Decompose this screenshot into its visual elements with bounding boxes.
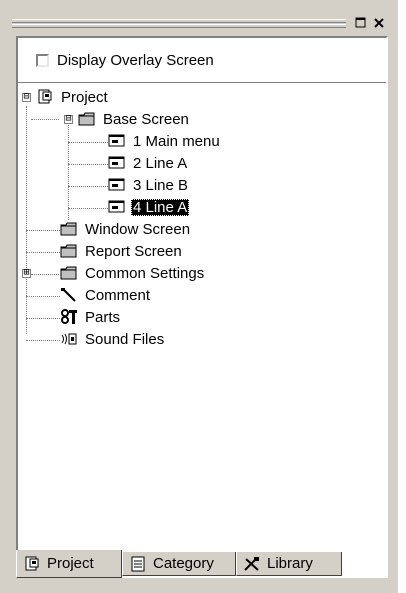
- tree-line: [26, 340, 60, 341]
- tree-node-label: Base Screen: [103, 110, 189, 128]
- tree-node-label: 3 Line B: [133, 176, 189, 194]
- panel-content: Display Overlay Screen ⊟ Project ⊟ Base …: [16, 36, 388, 578]
- screen-icon: [108, 199, 126, 215]
- tree-node-project[interactable]: Project: [36, 87, 110, 107]
- tree-node-label: Window Screen: [85, 220, 191, 238]
- tree-node-screen-2[interactable]: 2 Line A: [108, 153, 189, 173]
- comment-icon: [60, 287, 78, 303]
- tree-line: [68, 142, 108, 143]
- tree-node-label: 1 Main menu: [133, 132, 220, 150]
- tree-node-screen-3[interactable]: 3 Line B: [108, 175, 190, 195]
- overlay-checkbox[interactable]: Display Overlay Screen: [36, 52, 214, 69]
- folder-icon: [60, 265, 78, 281]
- tree-node-label: Parts: [85, 308, 121, 326]
- tree-line: [68, 186, 108, 187]
- tree-expander-base-screen[interactable]: ⊟: [64, 115, 73, 125]
- tab-label: Project: [47, 555, 94, 572]
- tree-node-common-settings[interactable]: Common Settings: [60, 263, 206, 283]
- divider: [18, 82, 386, 84]
- tree-node-window-screen[interactable]: Window Screen: [60, 219, 192, 239]
- tab-label: Category: [153, 555, 214, 572]
- folder-icon: [78, 111, 96, 127]
- tree-node-report-screen[interactable]: Report Screen: [60, 241, 184, 261]
- overlay-checkbox-label: Display Overlay Screen: [57, 52, 214, 69]
- tree-node-label: Report Screen: [85, 242, 182, 260]
- category-icon: [129, 556, 147, 572]
- folder-icon: [60, 243, 78, 259]
- tree-node-label: Project: [61, 88, 108, 106]
- project-tree[interactable]: ⊟ Project ⊟ Base Screen 1 Main menu 2 Li…: [20, 86, 384, 546]
- tab-category[interactable]: Category: [122, 552, 236, 576]
- library-icon: [243, 556, 261, 572]
- tree-node-sound-files[interactable]: Sound Files: [60, 329, 166, 349]
- project-icon: [36, 89, 54, 105]
- tree-line: [68, 208, 108, 209]
- tree-node-base-screen[interactable]: Base Screen: [78, 109, 191, 129]
- tree-line: [68, 164, 108, 165]
- folder-icon: [60, 221, 78, 237]
- tree-line: [26, 252, 60, 253]
- close-button[interactable]: [370, 15, 387, 30]
- tree-node-label: 4 Line A: [131, 198, 190, 216]
- project-icon: [23, 556, 41, 572]
- screen-icon: [108, 177, 126, 193]
- tree-line: [31, 274, 59, 275]
- screen-icon: [108, 133, 126, 149]
- tab-project[interactable]: Project: [16, 550, 122, 578]
- gripper-line: [12, 24, 346, 28]
- project-panel: Display Overlay Screen ⊟ Project ⊟ Base …: [0, 0, 399, 593]
- tree-node-label: Comment: [85, 286, 151, 304]
- tree-node-label: 2 Line A: [133, 154, 188, 172]
- gripper-line: [12, 19, 346, 23]
- tree-node-label: Sound Files: [85, 330, 165, 348]
- tree-node-screen-4[interactable]: 4 Line A: [108, 197, 190, 217]
- tree-line: [26, 296, 60, 297]
- sound-icon: [60, 331, 78, 347]
- parts-icon: [60, 309, 78, 325]
- tree-node-comment[interactable]: Comment: [60, 285, 152, 305]
- tree-line: [26, 106, 27, 334]
- tree-expander-common-settings[interactable]: ⊞: [22, 269, 31, 279]
- tree-line: [26, 318, 60, 319]
- tree-node-screen-1[interactable]: 1 Main menu: [108, 131, 222, 151]
- window-edge: [398, 0, 406, 593]
- tree-expander-project[interactable]: ⊟: [22, 93, 31, 103]
- tab-library[interactable]: Library: [236, 552, 342, 576]
- close-icon: [373, 17, 384, 28]
- tree-line: [26, 230, 60, 231]
- tree-node-parts[interactable]: Parts: [60, 307, 122, 327]
- restore-icon: [355, 17, 365, 27]
- tab-label: Library: [267, 555, 313, 572]
- tree-line: [68, 122, 69, 220]
- panel-tabs: Project Category Library: [16, 550, 388, 580]
- screen-icon: [108, 155, 126, 171]
- tree-node-label: Common Settings: [85, 264, 205, 282]
- overlay-checkbox-box[interactable]: [36, 54, 49, 67]
- tree-line: [31, 119, 59, 120]
- restore-button[interactable]: [352, 15, 369, 30]
- panel-gripper[interactable]: [12, 18, 346, 30]
